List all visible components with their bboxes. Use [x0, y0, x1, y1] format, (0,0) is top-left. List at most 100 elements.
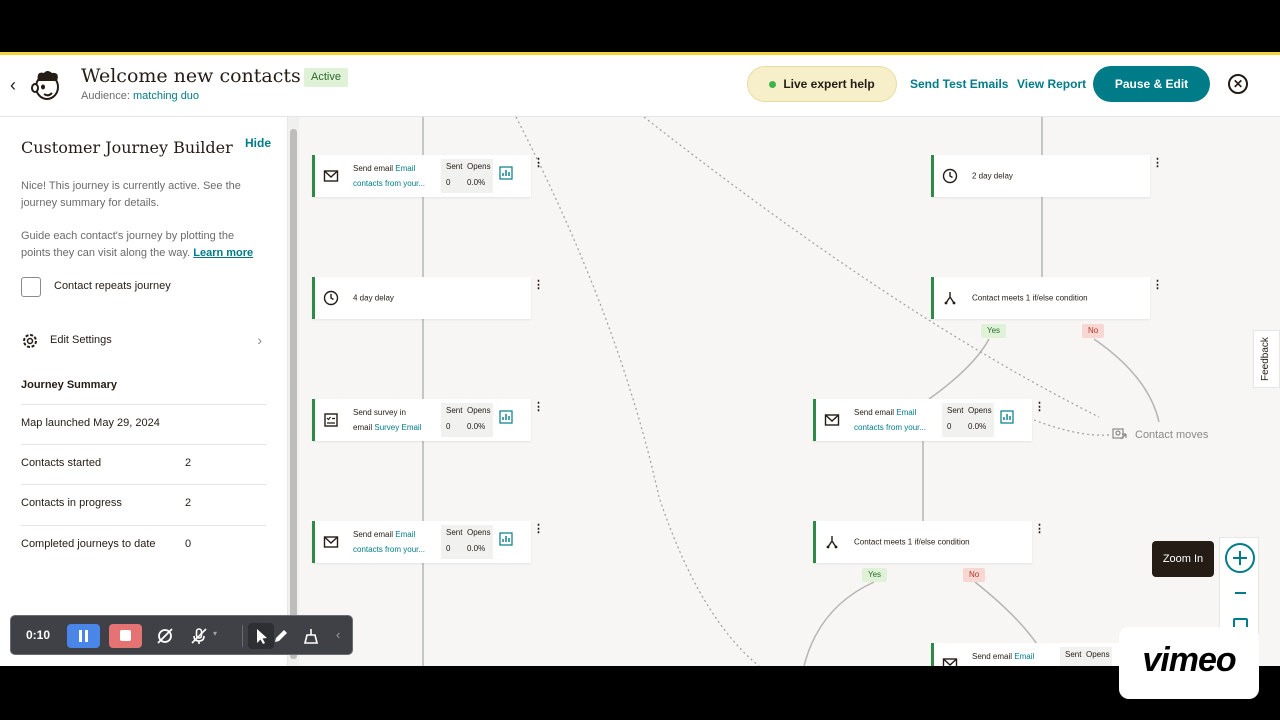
- email-stats: Sent Opens 0 0.0%: [942, 403, 994, 437]
- delay-node[interactable]: 2 day delay ⋮: [931, 155, 1163, 197]
- live-expert-help-button[interactable]: Live expert help: [747, 66, 897, 102]
- summary-row-completed: Completed journeys to date 0: [21, 525, 266, 565]
- view-report-link[interactable]: View Report: [1017, 77, 1086, 91]
- stat-label: Sent: [1065, 650, 1082, 659]
- help-label: Live expert help: [783, 77, 875, 91]
- node-text: 2 day delay: [972, 171, 1013, 181]
- back-chevron-icon[interactable]: ‹: [6, 75, 20, 95]
- camera-off-icon[interactable]: [155, 626, 175, 646]
- more-options-icon[interactable]: ⋮: [1034, 524, 1045, 535]
- no-branch-tag: No: [963, 568, 986, 582]
- pause-recording-button[interactable]: [67, 624, 100, 648]
- email-link[interactable]: Email: [1014, 652, 1034, 661]
- chevron-right-icon: ›: [257, 332, 262, 348]
- status-badge: Active: [304, 68, 348, 87]
- send-test-emails-link[interactable]: Send Test Emails: [910, 77, 1008, 91]
- contact-moves-text: Contact moves: [1135, 429, 1209, 441]
- launched-label: Map launched May 29, 2024: [21, 417, 160, 429]
- audience-link[interactable]: matching duo: [133, 90, 199, 102]
- pause-edit-button[interactable]: Pause & Edit: [1093, 66, 1210, 102]
- send-email-node[interactable]: Send email Email contacts from your... S…: [312, 521, 544, 563]
- screen-recorder-toolbar: 0:10 ▾ ‹: [10, 615, 353, 655]
- stop-recording-button[interactable]: [109, 624, 142, 648]
- survey-email-link[interactable]: Survey Email: [374, 423, 421, 432]
- node-text: Send email Email contacts from your...: [353, 527, 425, 557]
- collapse-toolbar-icon[interactable]: ‹: [336, 627, 340, 642]
- summary-label: Contacts in progress: [21, 497, 122, 509]
- more-options-icon[interactable]: ⋮: [1034, 402, 1045, 413]
- if-else-node[interactable]: Contact meets 1 if/else condition ⋮: [813, 521, 1045, 563]
- zoom-out-icon[interactable]: [1235, 592, 1246, 594]
- hide-sidebar-link[interactable]: Hide: [245, 136, 271, 150]
- branch-icon: [826, 536, 838, 549]
- edit-settings-label: Edit Settings: [50, 334, 112, 346]
- stat-label: Opens: [467, 528, 491, 537]
- journey-intro-text: Nice! This journey is currently active. …: [21, 180, 241, 209]
- node-line: contacts from your...: [854, 423, 927, 432]
- journey-guide-text: Guide each contact's journey by plotting…: [21, 228, 266, 262]
- repeat-journey-label: Contact repeats journey: [54, 280, 171, 292]
- email-link[interactable]: Email: [395, 164, 415, 173]
- send-email-node[interactable]: Send email Email contacts from your... S…: [312, 155, 544, 197]
- stat-label: Sent: [446, 528, 463, 537]
- more-options-icon[interactable]: ⋮: [533, 524, 544, 535]
- if-else-node[interactable]: Contact meets 1 if/else condition ⋮: [931, 277, 1163, 319]
- stat-label: Sent: [446, 406, 463, 415]
- node-text: Send survey in email Survey Email: [353, 405, 421, 435]
- more-options-icon[interactable]: ⋮: [533, 402, 544, 413]
- sidebar-scrollbar-thumb[interactable]: [290, 129, 297, 659]
- toolbar-divider: [242, 625, 243, 647]
- stat-value: 0.0%: [467, 178, 486, 187]
- pen-icon[interactable]: [271, 626, 291, 646]
- audience-label: Audience:: [81, 90, 130, 102]
- journey-canvas[interactable]: Send email Email contacts from your... S…: [299, 117, 1280, 666]
- online-dot-icon: [769, 80, 777, 88]
- edit-settings-row[interactable]: Edit Settings ›: [21, 330, 266, 354]
- repeat-journey-checkbox[interactable]: [21, 277, 41, 297]
- summary-value: 0: [185, 538, 192, 550]
- connector-lines: [422, 117, 1160, 666]
- eraser-broom-icon[interactable]: [301, 626, 321, 646]
- bar-chart-icon[interactable]: [499, 166, 513, 180]
- stat-value: 0: [446, 422, 451, 431]
- page-title: Welcome new contacts: [81, 65, 301, 87]
- send-email-node[interactable]: Send email Email Sent Opens: [931, 643, 1150, 666]
- send-survey-node[interactable]: Send survey in email Survey Email Sent Op…: [312, 399, 544, 441]
- more-options-icon[interactable]: ⋮: [1152, 158, 1163, 169]
- node-line: contacts from your...: [353, 179, 426, 188]
- email-link[interactable]: Email: [395, 530, 415, 539]
- clock-icon: [942, 168, 958, 184]
- stat-value: 0: [446, 178, 451, 187]
- clock-icon: [323, 290, 339, 306]
- mic-dropdown-caret-icon[interactable]: ▾: [213, 629, 217, 638]
- more-options-icon[interactable]: ⋮: [533, 158, 544, 169]
- learn-more-link[interactable]: Learn more: [193, 247, 253, 259]
- summary-label: Contacts started: [21, 457, 102, 469]
- node-text: Send email Email contacts from your...: [854, 405, 926, 435]
- mailchimp-logo-icon: [31, 71, 59, 100]
- more-options-icon[interactable]: ⋮: [1152, 280, 1163, 291]
- send-email-node[interactable]: Send email Email contacts from your... S…: [813, 399, 1045, 441]
- summary-row-in-progress: Contacts in progress 2: [21, 484, 266, 524]
- node-text: Contact meets 1 if/else condition: [854, 537, 970, 547]
- email-stats: Sent Opens 0 0.0%: [441, 525, 493, 559]
- envelope-icon: [323, 170, 339, 182]
- stat-label: Opens: [1086, 650, 1110, 659]
- journey-sidebar: Customer Journey Builder Hide Nice! This…: [0, 117, 288, 666]
- node-text: Send email Email contacts from your...: [353, 161, 425, 191]
- feedback-tab[interactable]: Feedback: [1253, 330, 1280, 388]
- bar-chart-icon[interactable]: [499, 410, 513, 424]
- mic-off-icon[interactable]: [189, 626, 209, 646]
- bar-chart-icon[interactable]: [1000, 410, 1014, 424]
- summary-value: 2: [185, 457, 192, 469]
- zoom-in-icon[interactable]: [1225, 543, 1255, 573]
- close-icon[interactable]: ✕: [1228, 74, 1248, 94]
- audience-line: Audience: matching duo: [81, 90, 199, 102]
- feedback-label: Feedback: [1260, 337, 1271, 381]
- email-link[interactable]: Email: [896, 408, 916, 417]
- header: ‹ Welcome new contacts Active Audience: …: [0, 55, 1280, 117]
- yes-branch-tag: Yes: [862, 568, 888, 582]
- bar-chart-icon[interactable]: [499, 532, 513, 546]
- delay-node[interactable]: 4 day delay ⋮: [312, 277, 544, 319]
- more-options-icon[interactable]: ⋮: [533, 280, 544, 291]
